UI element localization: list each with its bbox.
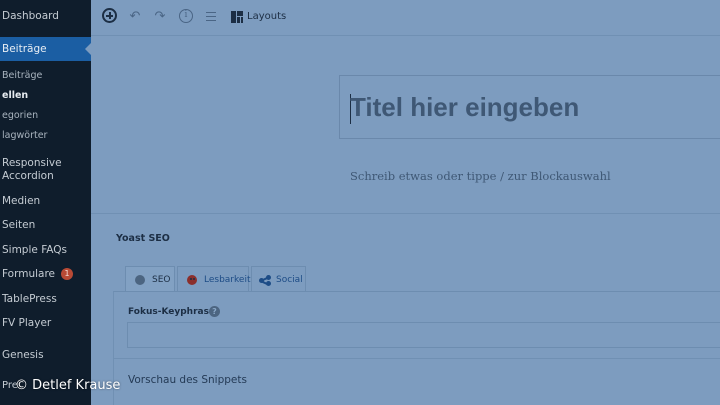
block-placeholder[interactable]: Schreib etwas oder tippe / zur Blockausw… <box>350 169 611 183</box>
yoast-panel-title[interactable]: Yoast SEO <box>116 233 170 244</box>
block-navigation-icon[interactable] <box>204 9 218 25</box>
title-placeholder: Titel hier eingeben <box>350 92 580 122</box>
layouts-label: Layouts <box>247 11 287 22</box>
tab-social[interactable]: Social <box>251 266 306 292</box>
notification-badge: 1 <box>61 268 74 280</box>
keyphrase-input[interactable] <box>127 322 720 348</box>
post-title-input[interactable]: Titel hier eingeben <box>339 75 720 139</box>
layouts-button[interactable]: Layouts <box>231 10 287 24</box>
admin-sidebar: Dashboard Beiträge Beiträge ellen egorie… <box>0 0 91 405</box>
snippet-divider <box>114 358 720 359</box>
undo-icon[interactable]: ↶ <box>128 9 142 25</box>
tab-lesbarkeit[interactable]: Lesbarkeit <box>177 266 250 292</box>
share-icon <box>259 275 271 286</box>
redo-icon[interactable]: ↷ <box>153 9 167 25</box>
snippet-preview-toggle[interactable]: Vorschau des Snippets <box>128 374 247 386</box>
sidebar-item-beitraege[interactable]: Beiträge <box>0 37 91 61</box>
yoast-seo-panel: Fokus-Keyphrase ? Vorschau des Snippets <box>113 291 720 405</box>
help-icon[interactable]: ? <box>209 306 220 317</box>
sad-face-icon <box>187 275 197 285</box>
copyright-watermark: © Detlef Krause <box>15 378 121 393</box>
yoast-divider <box>91 213 720 214</box>
grid-icon <box>231 11 243 23</box>
editor-toolbar: ↶ ↷ i Layouts <box>91 0 720 36</box>
keyphrase-label: Fokus-Keyphrase <box>128 307 216 317</box>
info-icon[interactable]: i <box>179 9 193 23</box>
sidebar-item-responsive-accordion[interactable]: Responsive Accordion <box>0 157 91 185</box>
seo-score-icon <box>135 275 145 285</box>
tab-seo[interactable]: SEO <box>125 266 175 292</box>
add-block-icon[interactable] <box>102 8 117 23</box>
